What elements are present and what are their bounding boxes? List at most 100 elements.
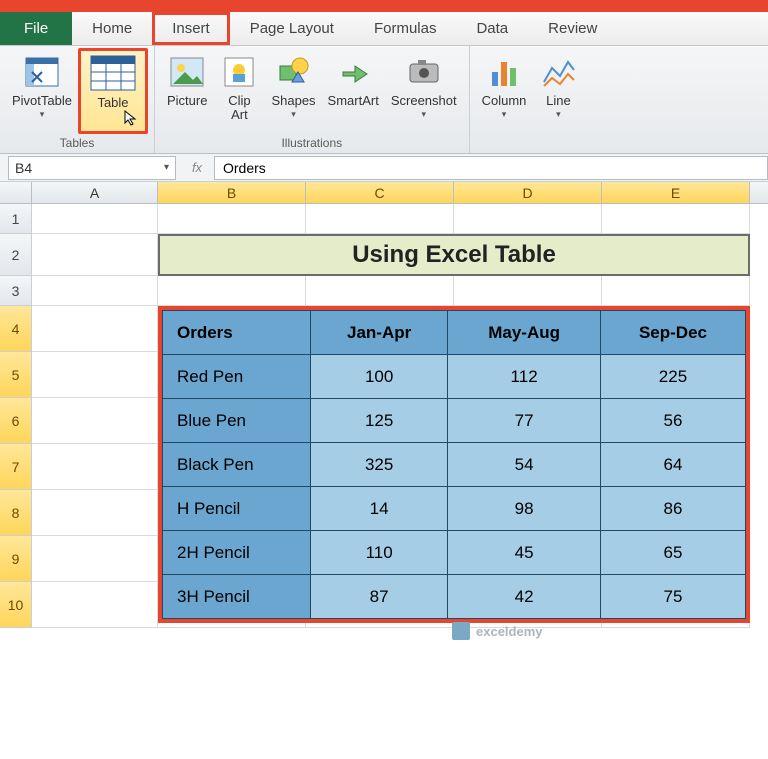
ribbon-tabs: File Home Insert Page Layout Formulas Da… [0,12,768,46]
clipart-button[interactable]: Clip Art [213,48,265,134]
row-header-4[interactable]: 4 [0,306,32,352]
shapes-label: Shapes [271,94,315,108]
table-cell[interactable]: 54 [448,443,601,487]
col-header-a[interactable]: A [32,182,158,203]
picture-button[interactable]: Picture [161,48,213,134]
table-cell[interactable]: 125 [311,399,448,443]
select-all-corner[interactable] [0,182,32,203]
table-cell[interactable]: 42 [448,575,601,619]
table-cell[interactable]: 2H Pencil [163,531,311,575]
line-chart-button[interactable]: Line ▾ [532,48,584,148]
row-header-5[interactable]: 5 [0,352,32,398]
cell[interactable] [32,234,158,276]
formula-value: Orders [223,160,266,176]
row-header-6[interactable]: 6 [0,398,32,444]
cell[interactable] [32,306,158,352]
cell[interactable] [602,204,750,234]
table-cell[interactable]: Blue Pen [163,399,311,443]
table-cell[interactable]: 100 [311,355,448,399]
fx-icon: fx [188,160,206,175]
table-cell[interactable]: H Pencil [163,487,311,531]
tab-insert[interactable]: Insert [152,12,230,45]
table-cell[interactable]: 77 [448,399,601,443]
table-header-row: Orders Jan-Apr May-Aug Sep-Dec [163,311,746,355]
screenshot-icon [404,52,444,92]
col-header-e[interactable]: E [602,182,750,203]
table-cell[interactable]: 98 [448,487,601,531]
cell[interactable] [306,204,454,234]
clipart-label: Clip Art [228,94,250,123]
row-header-3[interactable]: 3 [0,276,32,306]
table-header[interactable]: Sep-Dec [600,311,745,355]
dropdown-arrow-icon: ▾ [40,109,45,120]
table-cell[interactable]: 225 [600,355,745,399]
shapes-button[interactable]: Shapes ▾ [265,48,321,134]
tab-review[interactable]: Review [528,12,617,45]
picture-icon [167,52,207,92]
row-header-8[interactable]: 8 [0,490,32,536]
table-cell[interactable]: 112 [448,355,601,399]
col-header-b[interactable]: B [158,182,306,203]
table-cell[interactable]: Black Pen [163,443,311,487]
formula-input[interactable]: Orders [214,156,768,180]
table-icon [89,52,137,94]
cell[interactable] [158,276,306,306]
cell[interactable] [454,276,602,306]
cell[interactable] [602,276,750,306]
spreadsheet-grid[interactable]: 1 2 Using Excel Table 3 4 5 6 7 8 9 10 O… [0,204,768,628]
row-header-7[interactable]: 7 [0,444,32,490]
cell[interactable] [32,352,158,398]
table-header[interactable]: Orders [163,311,311,355]
column-chart-button[interactable]: Column ▾ [476,48,533,148]
table-cell[interactable]: 65 [600,531,745,575]
group-charts: Column ▾ Line ▾ [470,46,591,153]
picture-label: Picture [167,94,207,108]
cell[interactable] [306,276,454,306]
cell[interactable] [32,398,158,444]
name-box-value: B4 [15,160,32,176]
row-header-9[interactable]: 9 [0,536,32,582]
table-cell[interactable]: 45 [448,531,601,575]
table-header[interactable]: Jan-Apr [311,311,448,355]
table-cell[interactable]: 75 [600,575,745,619]
table-cell[interactable]: 325 [311,443,448,487]
table-cell[interactable]: 86 [600,487,745,531]
screenshot-button[interactable]: Screenshot ▾ [385,48,463,134]
table-cell[interactable]: 14 [311,487,448,531]
shapes-icon [274,52,314,92]
group-tables: PivotTable ▾ Table Tables [0,46,155,153]
tab-page-layout[interactable]: Page Layout [230,12,354,45]
cell[interactable] [32,444,158,490]
table-cell[interactable]: 56 [600,399,745,443]
cell[interactable] [32,490,158,536]
cell[interactable] [32,276,158,306]
cell[interactable] [32,536,158,582]
table-cell[interactable]: 64 [600,443,745,487]
group-illustrations-label: Illustrations [161,134,463,153]
tab-data[interactable]: Data [456,12,528,45]
row-header-1[interactable]: 1 [0,204,32,234]
row-header-10[interactable]: 10 [0,582,32,628]
cell[interactable] [32,582,158,628]
group-charts-label [476,148,585,153]
cell[interactable] [158,204,306,234]
table-cell[interactable]: 110 [311,531,448,575]
table-button[interactable]: Table [78,48,148,134]
pivottable-button[interactable]: PivotTable ▾ [6,48,78,134]
sheet-title[interactable]: Using Excel Table [158,234,750,276]
cell[interactable] [32,204,158,234]
table-cell[interactable]: 3H Pencil [163,575,311,619]
tab-formulas[interactable]: Formulas [354,12,457,45]
tab-file[interactable]: File [0,12,72,45]
cell[interactable] [454,204,602,234]
name-box[interactable]: B4 ▾ [8,156,176,180]
col-header-d[interactable]: D [454,182,602,203]
table-cell[interactable]: Red Pen [163,355,311,399]
smartart-button[interactable]: SmartArt [322,48,385,134]
table-cell[interactable]: 87 [311,575,448,619]
col-header-c[interactable]: C [306,182,454,203]
row-header-2[interactable]: 2 [0,234,32,276]
table-header[interactable]: May-Aug [448,311,601,355]
data-table[interactable]: Orders Jan-Apr May-Aug Sep-Dec Red Pen10… [158,306,750,623]
tab-home[interactable]: Home [72,12,152,45]
